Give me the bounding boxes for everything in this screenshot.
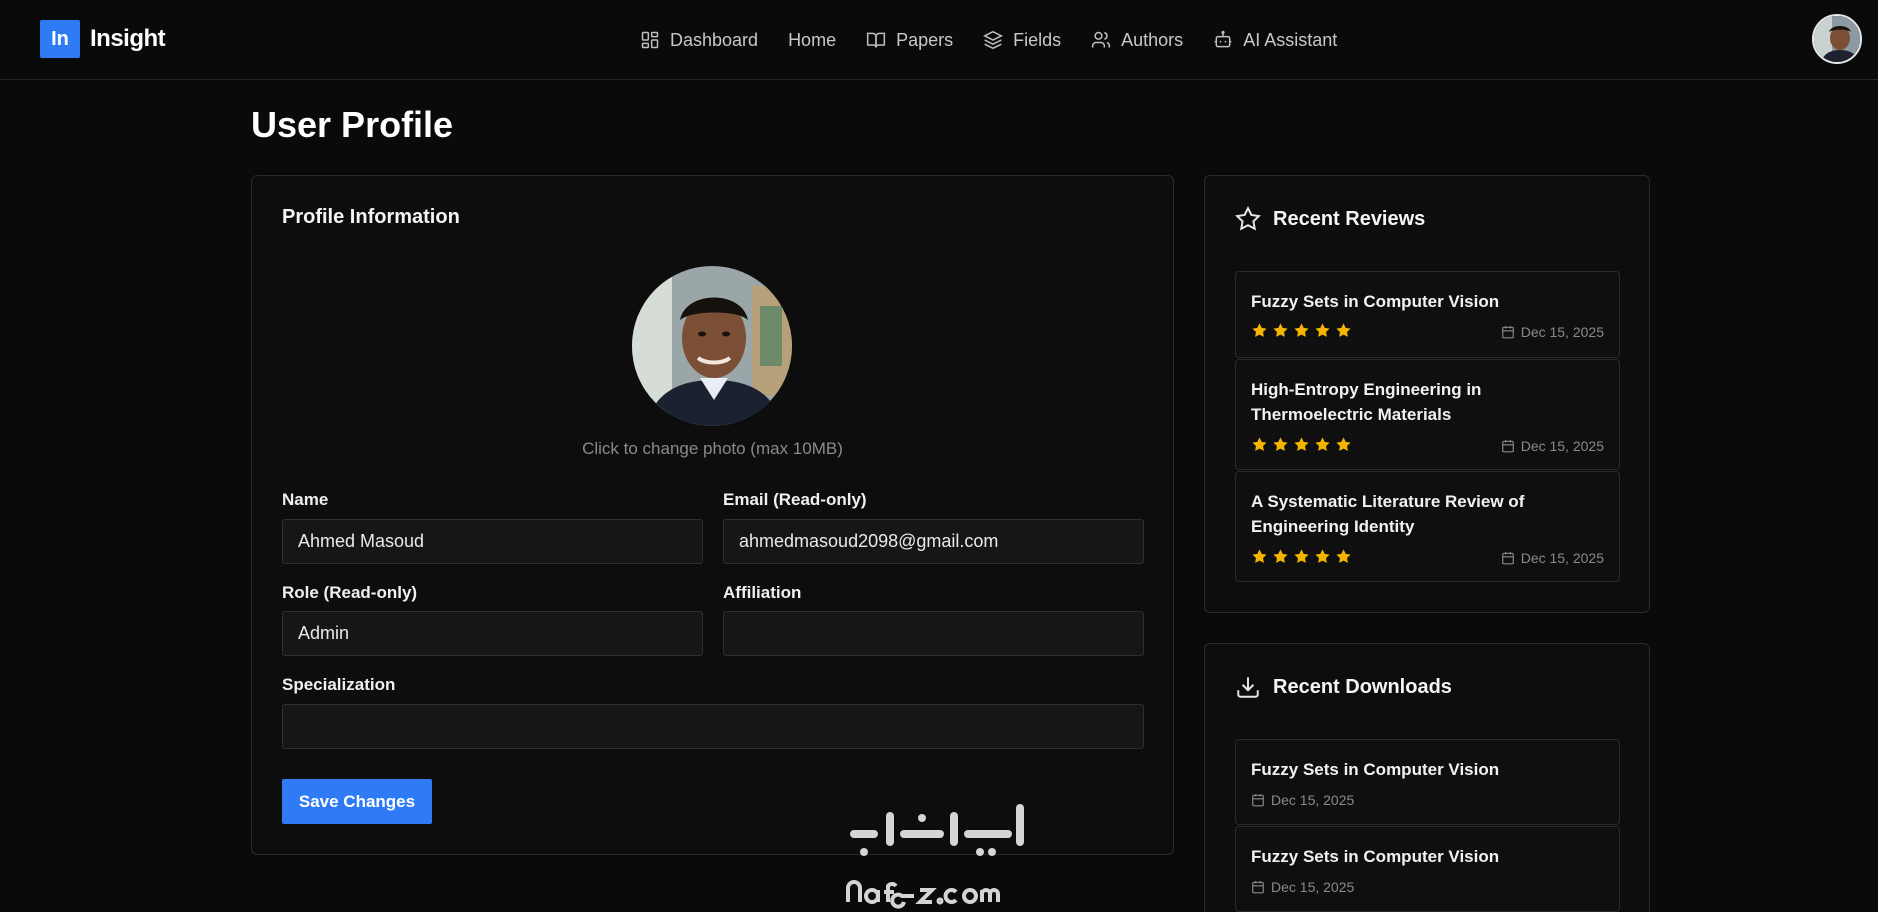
profile-photo (632, 266, 792, 426)
main-nav: Dashboard Home Papers Fields Authors AI … (640, 26, 1337, 54)
photo-hint: Click to change photo (max 10MB) (582, 439, 843, 458)
review-date: Dec 15, 2025 (1501, 438, 1604, 454)
star-icon (1252, 437, 1267, 451)
calendar-icon (1501, 440, 1514, 453)
nav-item-fields[interactable]: Fields (983, 30, 1061, 51)
grid-icon (641, 31, 659, 49)
review-date: Dec 15, 2025 (1501, 324, 1604, 340)
page-title: User Profile (251, 104, 454, 145)
date-text: Dec 15, 2025 (1520, 324, 1604, 340)
specialization-input[interactable] (282, 704, 1144, 749)
star-icon (1273, 323, 1288, 337)
calendar-icon (1252, 794, 1264, 807)
review-item[interactable]: A Systematic Literature Review of Engine… (1235, 471, 1620, 582)
calendar-icon (1501, 552, 1514, 565)
brand-name: Insight (90, 25, 166, 52)
nav-label: Home (788, 29, 837, 50)
downloads-title: Recent Downloads (1273, 675, 1452, 698)
recent-downloads-card: Recent Downloads Fuzzy Sets in Computer … (1204, 643, 1650, 912)
star-icon (1273, 437, 1288, 451)
review-title: A Systematic Literature Review of Engine… (1251, 492, 1525, 536)
email-label: Email (Read-only) (723, 490, 867, 509)
review-date: Dec 15, 2025 (1501, 550, 1604, 566)
affiliation-label: Affiliation (723, 583, 802, 602)
star-icon (1315, 549, 1330, 563)
star-outline-icon (1235, 206, 1261, 231)
name-label: Name (282, 490, 329, 509)
star-icon (1294, 549, 1309, 563)
nav-label: Papers (896, 29, 954, 50)
star-icon (1315, 437, 1330, 451)
date-text: Dec 15, 2025 (1271, 792, 1355, 808)
star-rating (1251, 322, 1352, 339)
review-item[interactable]: Fuzzy Sets in Computer Vision Dec 15, 20… (1235, 271, 1620, 358)
download-date: Dec 15, 2025 (1251, 792, 1354, 808)
nav-label: Dashboard (670, 29, 759, 50)
top-navbar: In Insight Dashboard Home Papers Fields … (0, 0, 1878, 80)
calendar-icon (1252, 881, 1264, 894)
star-rating (1251, 436, 1352, 453)
download-item[interactable]: Fuzzy Sets in Computer Vision Dec 15, 20… (1235, 826, 1620, 912)
star-icon (1294, 323, 1309, 337)
review-title: Fuzzy Sets in Computer Vision (1251, 292, 1500, 311)
nav-item-ai-assistant[interactable]: AI Assistant (1213, 30, 1337, 51)
card-title: Profile Information (282, 206, 460, 228)
email-input[interactable] (723, 519, 1144, 564)
avatar-image (1814, 16, 1860, 62)
role-label: Role (Read-only) (282, 583, 418, 602)
recent-reviews-card: Recent Reviews Fuzzy Sets in Computer Vi… (1204, 175, 1650, 613)
profile-information-card: Profile Information Click to change phot… (251, 175, 1174, 855)
user-avatar-menu[interactable] (1812, 14, 1862, 64)
save-changes-button[interactable]: Save Changes (282, 779, 432, 824)
download-date: Dec 15, 2025 (1251, 879, 1354, 895)
nav-item-dashboard[interactable]: Dashboard (640, 30, 758, 51)
profile-photo-upload[interactable] (632, 266, 792, 426)
reviews-header: Recent Reviews (1235, 206, 1425, 232)
star-icon (1273, 549, 1288, 563)
nav-label: Fields (1013, 29, 1062, 50)
download-item[interactable]: Fuzzy Sets in Computer Vision Dec 15, 20… (1235, 739, 1620, 825)
brand-logo[interactable]: In Insight (40, 20, 166, 58)
download-title: Fuzzy Sets in Computer Vision (1251, 760, 1500, 779)
star-icon (1294, 437, 1309, 451)
brand-mark: In (40, 20, 80, 58)
nav-label: AI Assistant (1243, 29, 1338, 50)
nav-label: Authors (1121, 29, 1184, 50)
date-text: Dec 15, 2025 (1520, 550, 1604, 566)
date-text: Dec 15, 2025 (1271, 879, 1355, 895)
nav-item-home[interactable]: Home (788, 30, 836, 51)
download-title: Fuzzy Sets in Computer Vision (1251, 847, 1500, 866)
star-icon (1252, 549, 1267, 563)
book-open-icon (866, 32, 886, 48)
review-item[interactable]: High-Entropy Engineering in Thermoelectr… (1235, 359, 1620, 470)
specialization-label: Specialization (282, 675, 396, 694)
star-icon (1336, 323, 1351, 337)
date-text: Dec 15, 2025 (1520, 438, 1604, 454)
star-icon (1315, 323, 1330, 337)
nav-item-authors[interactable]: Authors (1091, 30, 1183, 51)
name-input[interactable] (282, 519, 703, 564)
role-input[interactable] (282, 611, 703, 656)
nav-item-papers[interactable]: Papers (866, 30, 953, 51)
star-icon (1252, 323, 1267, 337)
calendar-icon (1501, 326, 1514, 339)
layers-icon (983, 30, 1004, 50)
affiliation-input[interactable] (723, 611, 1144, 656)
star-icon (1336, 437, 1351, 451)
downloads-header: Recent Downloads (1235, 674, 1452, 700)
star-icon (1336, 549, 1351, 563)
reviews-title: Recent Reviews (1273, 207, 1426, 230)
download-icon (1237, 677, 1259, 698)
star-rating (1251, 548, 1352, 565)
users-icon (1092, 31, 1111, 48)
bot-icon (1214, 30, 1232, 48)
review-title: High-Entropy Engineering in Thermoelectr… (1251, 380, 1482, 424)
